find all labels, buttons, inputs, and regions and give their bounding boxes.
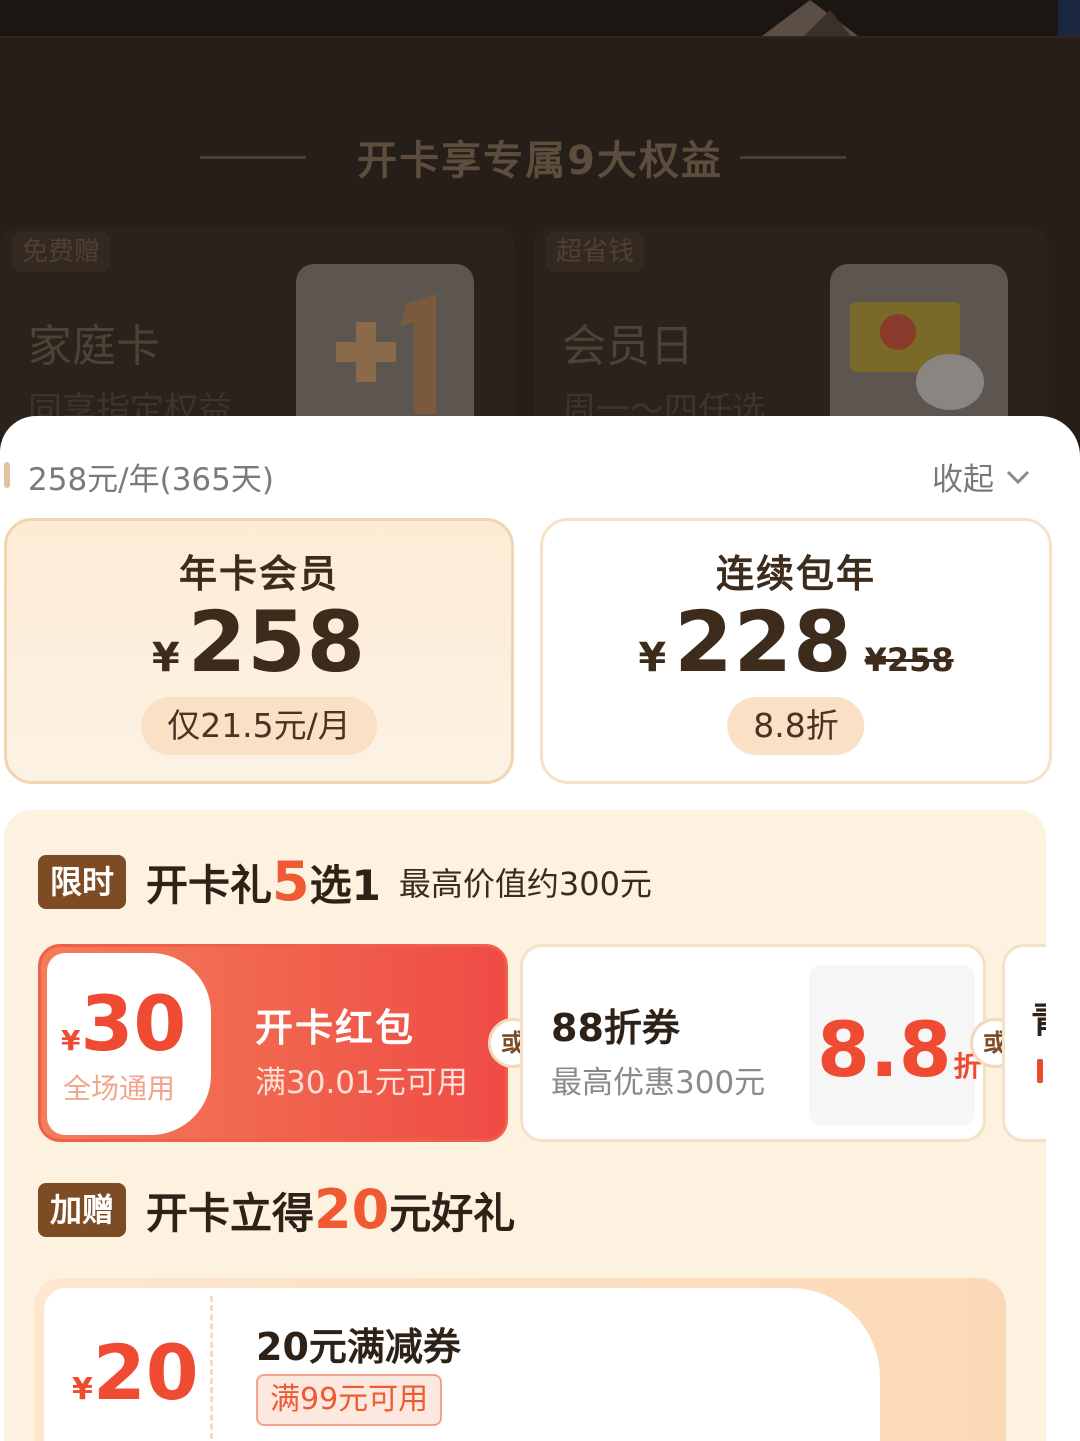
plan-name: 连续包年 <box>715 552 876 596</box>
coupon-discount: 8.8 折 <box>817 1005 982 1094</box>
collapse-label: 收起 <box>932 462 994 498</box>
chevron-down-icon <box>1006 470 1030 484</box>
bonus-title: 开卡立得 20 元好礼 <box>146 1178 515 1241</box>
coupon-value: 20 <box>92 1328 199 1417</box>
coupon-next-peek[interactable]: 青 <box>1002 944 1046 1142</box>
plan-currency: ¥ <box>151 635 180 681</box>
coupon-currency: ¥ <box>61 1024 81 1057</box>
price-period-label: 258元/年(365天) <box>28 462 274 498</box>
plan-amount: 228 <box>674 593 853 691</box>
gift-subtitle: 最高价值约300元 <box>398 864 652 903</box>
benefits-title: 开卡享专属9大权益 <box>357 138 723 184</box>
background-page: 开卡享专属9大权益 免费赠 家庭卡 同享指定权益 超省钱 会员日 周一～四任选 <box>0 0 1080 440</box>
plan-note: 仅21.5元/月 <box>141 697 377 755</box>
coupon-bonus-20[interactable]: ¥ 20 20元满减券 满99元可用 <box>34 1278 1006 1441</box>
plan-price: ¥ 228 ¥258 <box>543 593 1049 691</box>
benefit-name: 家庭卡 <box>28 321 160 372</box>
coupon-condition: 满99元可用 <box>256 1374 443 1426</box>
plan-discount: 8.8折 <box>727 697 865 755</box>
plan-price: ¥ 258 <box>7 593 511 691</box>
bonus-title-prefix: 开卡立得 <box>146 1189 315 1238</box>
coupon-currency: ¥ <box>72 1372 93 1407</box>
coupon-condition: 满30.01元可用 <box>255 1065 468 1101</box>
coupon-title: 88折券 <box>551 1006 680 1050</box>
benefit-card-family[interactable]: 免费赠 家庭卡 同享指定权益 <box>0 226 515 440</box>
limited-badge: 限时 <box>38 854 127 909</box>
benefit-card-member-day[interactable]: 超省钱 会员日 周一～四任选 <box>534 226 1049 440</box>
plan-card-annual[interactable]: 年卡会员 ¥ 258 仅21.5元/月 <box>4 518 514 784</box>
background-edge <box>1058 0 1080 40</box>
header-accent-bar <box>4 462 10 488</box>
collapse-button[interactable]: 收起 <box>932 454 1032 499</box>
plan-amount: 258 <box>187 593 367 691</box>
coupon-value: 30 <box>80 979 187 1068</box>
coupon-title: 开卡红包 <box>255 1006 416 1050</box>
plan-name: 年卡会员 <box>178 552 339 596</box>
coupon-red-packet[interactable]: ¥ 30 全场通用 开卡红包 满30.01元可用 <box>38 944 508 1142</box>
plus-one-icon <box>296 264 474 440</box>
benefit-tag: 超省钱 <box>546 232 645 272</box>
bonus-header: 加赠 开卡立得 20 元好礼 <box>38 1178 515 1241</box>
benefit-tag: 免费赠 <box>12 232 111 272</box>
gift-title-suffix: 选1 <box>309 861 381 910</box>
coupon-title-partial: 青 <box>1031 991 1046 1043</box>
coupon-title: 20元满减券 <box>256 1325 461 1369</box>
membership-sheet: 258元/年(365天) 收起 年卡会员 ¥ 258 仅21.5元/月 连续包年… <box>0 416 1080 1441</box>
coupon-amount: ¥ 20 <box>72 1328 199 1417</box>
coupon-scope: 全场通用 <box>63 1072 176 1105</box>
bonus-title-suffix: 元好礼 <box>389 1189 516 1238</box>
plan-original-price: ¥258 <box>864 641 954 679</box>
benefit-name: 会员日 <box>562 321 694 372</box>
gift-title-prefix: 开卡礼 <box>146 861 273 910</box>
plan-currency: ¥ <box>638 635 667 681</box>
bonus-title-highlight: 20 <box>314 1178 390 1241</box>
coupon-price-mark <box>1037 1059 1043 1083</box>
gift-title: 开卡礼 5 选1 <box>146 850 381 913</box>
gift-header: 限时 开卡礼 5 选1 最高价值约300元 <box>38 850 652 913</box>
egg-box-icon <box>830 264 1008 440</box>
coupon-amount: ¥ 30 <box>61 979 186 1068</box>
sheet-header: 258元/年(365天) 收起 <box>0 416 1080 516</box>
plan-card-auto-renew[interactable]: 连续包年 ¥ 228 ¥258 8.8折 <box>540 518 1052 784</box>
bonus-badge: 加赠 <box>38 1182 127 1237</box>
gift-title-highlight: 5 <box>272 850 310 913</box>
coupon-condition: 最高优惠300元 <box>551 1065 766 1101</box>
coupon-divider <box>210 1296 213 1441</box>
coupon-discount-88[interactable]: 88折券 最高优惠300元 8.8 折 <box>520 944 986 1142</box>
coupon-discount-value: 8.8 <box>817 1005 952 1094</box>
coupon-notch <box>202 1278 220 1287</box>
